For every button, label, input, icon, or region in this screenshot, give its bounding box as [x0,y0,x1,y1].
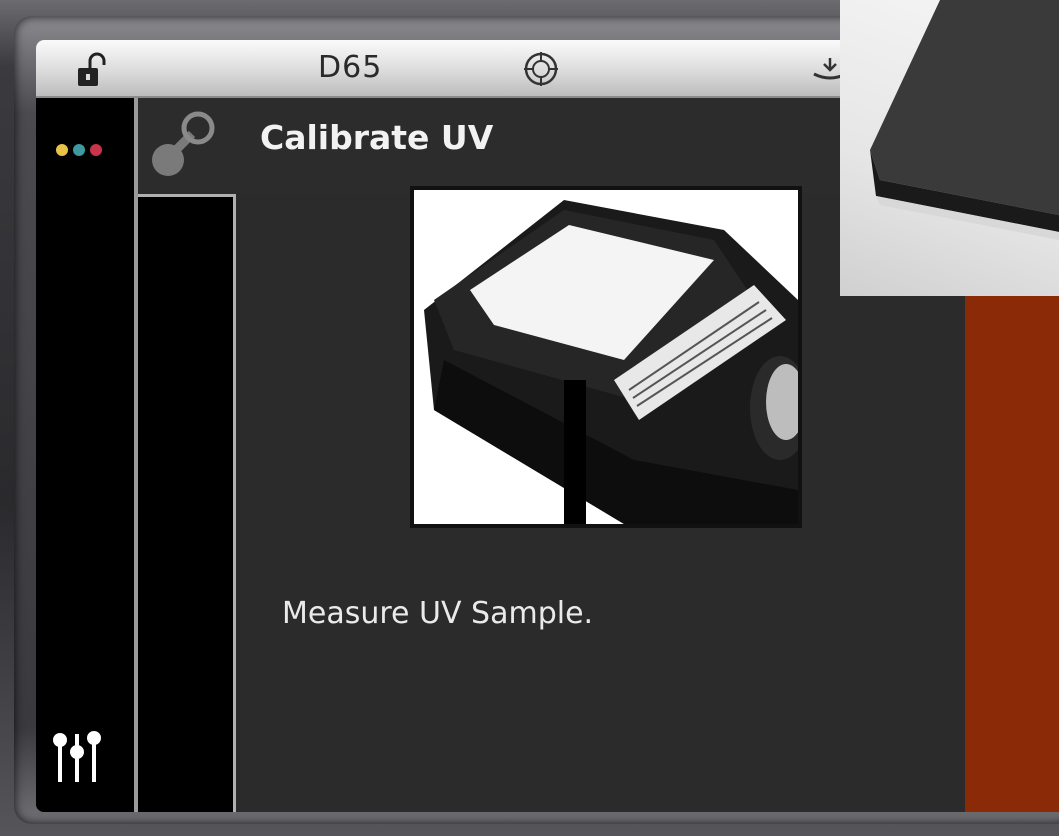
left-toolbar [36,98,134,812]
uv-tile-illustration [414,190,798,524]
uv-tile-photo [410,186,802,528]
sliders-icon[interactable] [52,726,102,784]
accent-bar [965,296,1059,812]
target-icon[interactable] [522,50,560,88]
unlock-icon[interactable] [76,52,110,88]
illuminant-label[interactable]: D65 [318,50,382,85]
instruction-text: Measure UV Sample. [282,596,594,631]
chain-link-icon [152,111,215,176]
status-dot-teal [73,144,85,156]
device-corner-photo [840,0,1059,296]
status-dots [56,144,102,156]
side-panel [138,194,236,812]
status-dot-red [90,144,102,156]
page-title: Calibrate UV [260,118,494,157]
device-corner-illustration [870,0,1059,240]
status-dot-yellow [56,144,68,156]
